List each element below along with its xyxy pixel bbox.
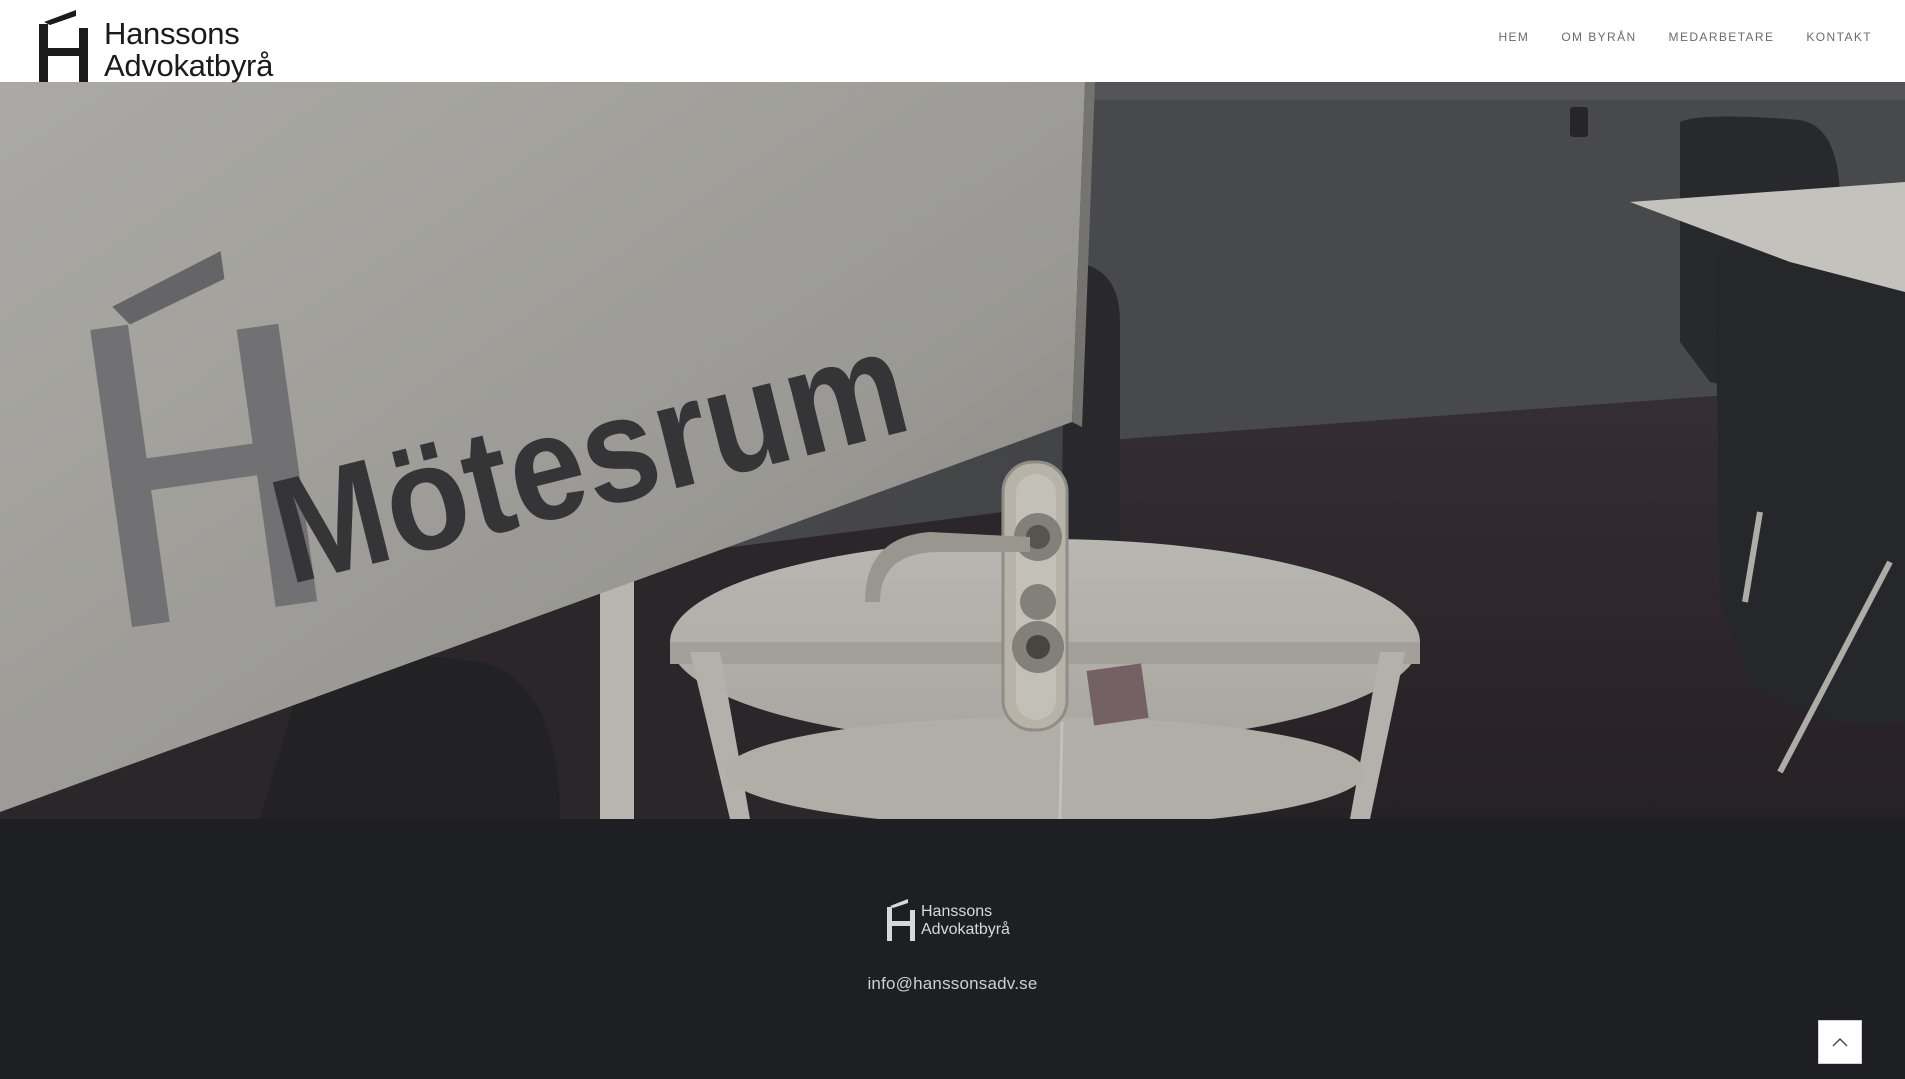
brand-line-2: Advokatbyrå [104, 48, 274, 83]
brand-name: Hanssons Advokatbyrå [104, 18, 273, 82]
footer-brand-line-1: Hanssons [921, 903, 993, 920]
nav-item-om-byran[interactable]: OM BYRÅN [1561, 30, 1636, 44]
h-mark-icon [887, 899, 915, 941]
h-mark-icon [39, 10, 88, 82]
site-header: Hanssons Advokatbyrå HEM OM BYRÅN MEDARB… [0, 0, 1905, 82]
brand-line-1: Hanssons [104, 16, 240, 51]
chevron-up-icon [1832, 1038, 1848, 1047]
brand-logo[interactable]: Hanssons Advokatbyrå [38, 10, 298, 86]
back-to-top-button[interactable] [1818, 1020, 1862, 1064]
site-footer: Hanssons Advokatbyrå info@hanssonsadv.se [0, 819, 1905, 1079]
nav-item-hem[interactable]: HEM [1498, 30, 1529, 44]
footer-brand-logo[interactable]: Hanssons Advokatbyrå [886, 899, 1026, 947]
nav-item-medarbetare[interactable]: MEDARBETARE [1669, 30, 1775, 44]
footer-email-link[interactable]: info@hanssonsadv.se [0, 974, 1905, 994]
meeting-room-photo: Mötesrum [0, 82, 1905, 819]
hero-image: Mötesrum [0, 82, 1905, 819]
footer-brand-name: Hanssons Advokatbyrå [921, 903, 1010, 939]
footer-brand-line-2: Advokatbyrå [921, 921, 1010, 938]
main-navigation: HEM OM BYRÅN MEDARBETARE KONTAKT [1466, 30, 1872, 44]
nav-item-kontakt[interactable]: KONTAKT [1806, 30, 1872, 44]
